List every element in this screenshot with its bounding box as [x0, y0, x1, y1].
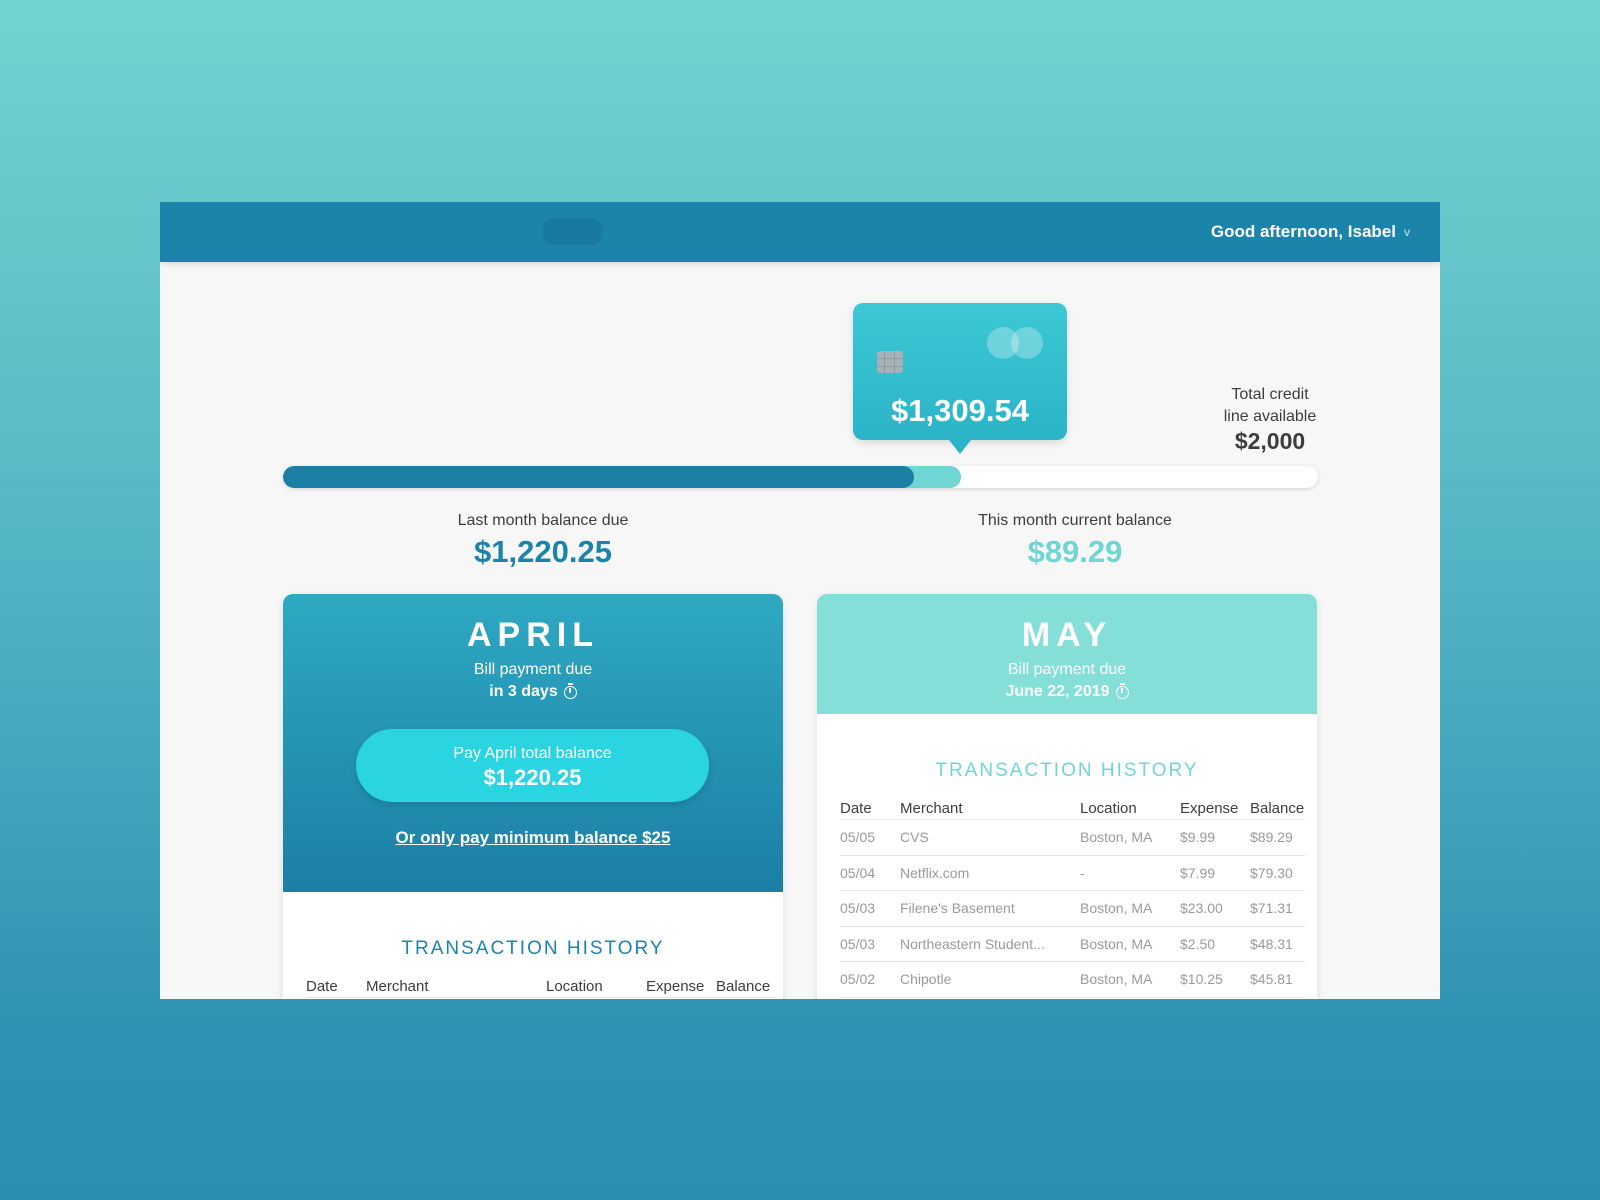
last-month-label: Last month balance due	[457, 512, 629, 529]
cell-location: Boston, MA	[1080, 926, 1180, 962]
due-date: June 22, 2019	[1005, 682, 1129, 701]
cell-location: Boston, MA	[1080, 819, 1180, 856]
table-row[interactable]: 05/02 Chipotle Boston, MA $10.25 $45.81	[840, 961, 1305, 998]
credit-usage-bar	[283, 466, 1318, 488]
transaction-history-title: TRANSACTION HISTORY	[935, 760, 1199, 781]
cell-merchant: CVS	[900, 819, 1080, 856]
credit-card-graphic: $1,309.54	[853, 303, 1067, 454]
cell-location: Boston, MA	[1080, 961, 1180, 998]
cell-expense: $9.99	[1180, 819, 1250, 856]
cell-merchant: Netflix.com	[900, 855, 1080, 891]
cell-balance: $48.31	[1250, 926, 1305, 962]
cell-date: 05/02	[840, 961, 900, 998]
pay-button-amount: $1,220.25	[483, 765, 582, 790]
due-date: in 3 days	[489, 682, 577, 701]
cell-merchant: Filene's Basement	[900, 890, 1080, 927]
table-row[interactable]: 05/04 Netflix.com - $7.99 $79.30	[840, 855, 1305, 891]
table-header-row: Date Merchant Location Expense Balance	[840, 800, 1305, 820]
credit-label-line2: line available	[1223, 408, 1317, 425]
cell-date: 05/04	[840, 855, 900, 891]
cell-balance: $71.31	[1250, 890, 1305, 927]
current-month-balance: This month current balance $89.29	[925, 512, 1225, 570]
last-month-value: $1,220.25	[474, 534, 612, 569]
april-transaction-table: Date Merchant Location Expense Balance	[306, 978, 776, 998]
cell-merchant: Northeastern Student...	[900, 926, 1080, 962]
column-header[interactable]: Balance	[716, 978, 776, 998]
pay-minimum-link[interactable]: Or only pay minimum balance $25	[283, 828, 783, 848]
cell-date: 05/03	[840, 890, 900, 927]
column-header[interactable]: Expense	[1180, 800, 1250, 820]
chip-icon	[877, 351, 903, 373]
cell-merchant: Chipotle	[900, 961, 1080, 998]
month-title: APRIL	[467, 616, 599, 654]
table-row[interactable]: 05/05 CVS Boston, MA $9.99 $89.29	[840, 819, 1305, 856]
pay-button-label: Pay April total balance	[453, 745, 612, 762]
table-row[interactable]: 05/03 Filene's Basement Boston, MA $23.0…	[840, 890, 1305, 927]
may-transaction-table: Date Merchant Location Expense Balance 0…	[840, 800, 1305, 998]
app-logo[interactable]	[542, 218, 603, 245]
may-header: MAY Bill payment due June 22, 2019	[817, 594, 1317, 714]
app-window: Good afternoon, Isabel v $1,309.54 Total…	[160, 202, 1440, 999]
chevron-down-icon: v	[1404, 225, 1410, 239]
cell-location: Boston, MA	[1080, 890, 1180, 927]
total-credit-available: Total credit line available $2,000	[1200, 384, 1340, 454]
cell-date: 05/05	[840, 819, 900, 856]
timer-icon	[1115, 682, 1129, 699]
column-header[interactable]: Location	[546, 978, 646, 998]
month-title: MAY	[1021, 616, 1113, 654]
current-month-value: $89.29	[1027, 534, 1123, 569]
due-date-text: in 3 days	[489, 683, 558, 700]
timer-icon	[563, 682, 577, 699]
april-panel: APRIL Bill payment due in 3 days Pay Apr…	[283, 594, 783, 999]
credit-amount: $2,000	[1234, 428, 1306, 454]
cell-expense: $2.50	[1180, 926, 1250, 962]
cell-balance: $79.30	[1250, 855, 1305, 891]
column-header[interactable]: Date	[306, 978, 366, 998]
pay-total-balance-button[interactable]: Pay April total balance $1,220.25	[356, 729, 709, 802]
column-header[interactable]: Merchant	[366, 978, 546, 998]
due-label: Bill payment due	[1007, 661, 1127, 678]
mastercard-logo-icon	[987, 327, 1043, 359]
last-month-balance-fill	[283, 466, 915, 488]
column-header[interactable]: Location	[1080, 800, 1180, 820]
card-balance: $1,309.54	[891, 393, 1029, 428]
credit-label-line1: Total credit	[1231, 386, 1309, 403]
due-label: Bill payment due	[473, 661, 593, 678]
table-header-row: Date Merchant Location Expense Balance	[306, 978, 776, 998]
due-date-text: June 22, 2019	[1005, 683, 1110, 700]
may-panel: MAY Bill payment due June 22, 2019 TRANS…	[817, 594, 1317, 999]
column-header[interactable]: Balance	[1250, 800, 1305, 820]
current-month-label: This month current balance	[978, 512, 1172, 529]
column-header[interactable]: Merchant	[900, 800, 1080, 820]
greeting-text: Good afternoon, Isabel	[1210, 222, 1396, 241]
column-header[interactable]: Expense	[646, 978, 716, 998]
cell-date: 05/03	[840, 926, 900, 962]
table-row[interactable]: 05/03 Northeastern Student... Boston, MA…	[840, 926, 1305, 962]
cell-balance: $89.29	[1250, 819, 1305, 856]
cell-expense: $10.25	[1180, 961, 1250, 998]
cell-balance: $45.81	[1250, 961, 1305, 998]
column-header[interactable]: Date	[840, 800, 900, 820]
top-navigation-bar: Good afternoon, Isabel v	[160, 202, 1440, 262]
user-menu[interactable]: Good afternoon, Isabel v	[1211, 222, 1410, 242]
cell-expense: $7.99	[1180, 855, 1250, 891]
last-month-balance: Last month balance due $1,220.25	[393, 512, 693, 570]
cell-expense: $23.00	[1180, 890, 1250, 927]
cell-location: -	[1080, 855, 1180, 891]
transaction-history-title: TRANSACTION HISTORY	[401, 938, 665, 959]
april-header: APRIL Bill payment due in 3 days Pay Apr…	[283, 594, 783, 892]
